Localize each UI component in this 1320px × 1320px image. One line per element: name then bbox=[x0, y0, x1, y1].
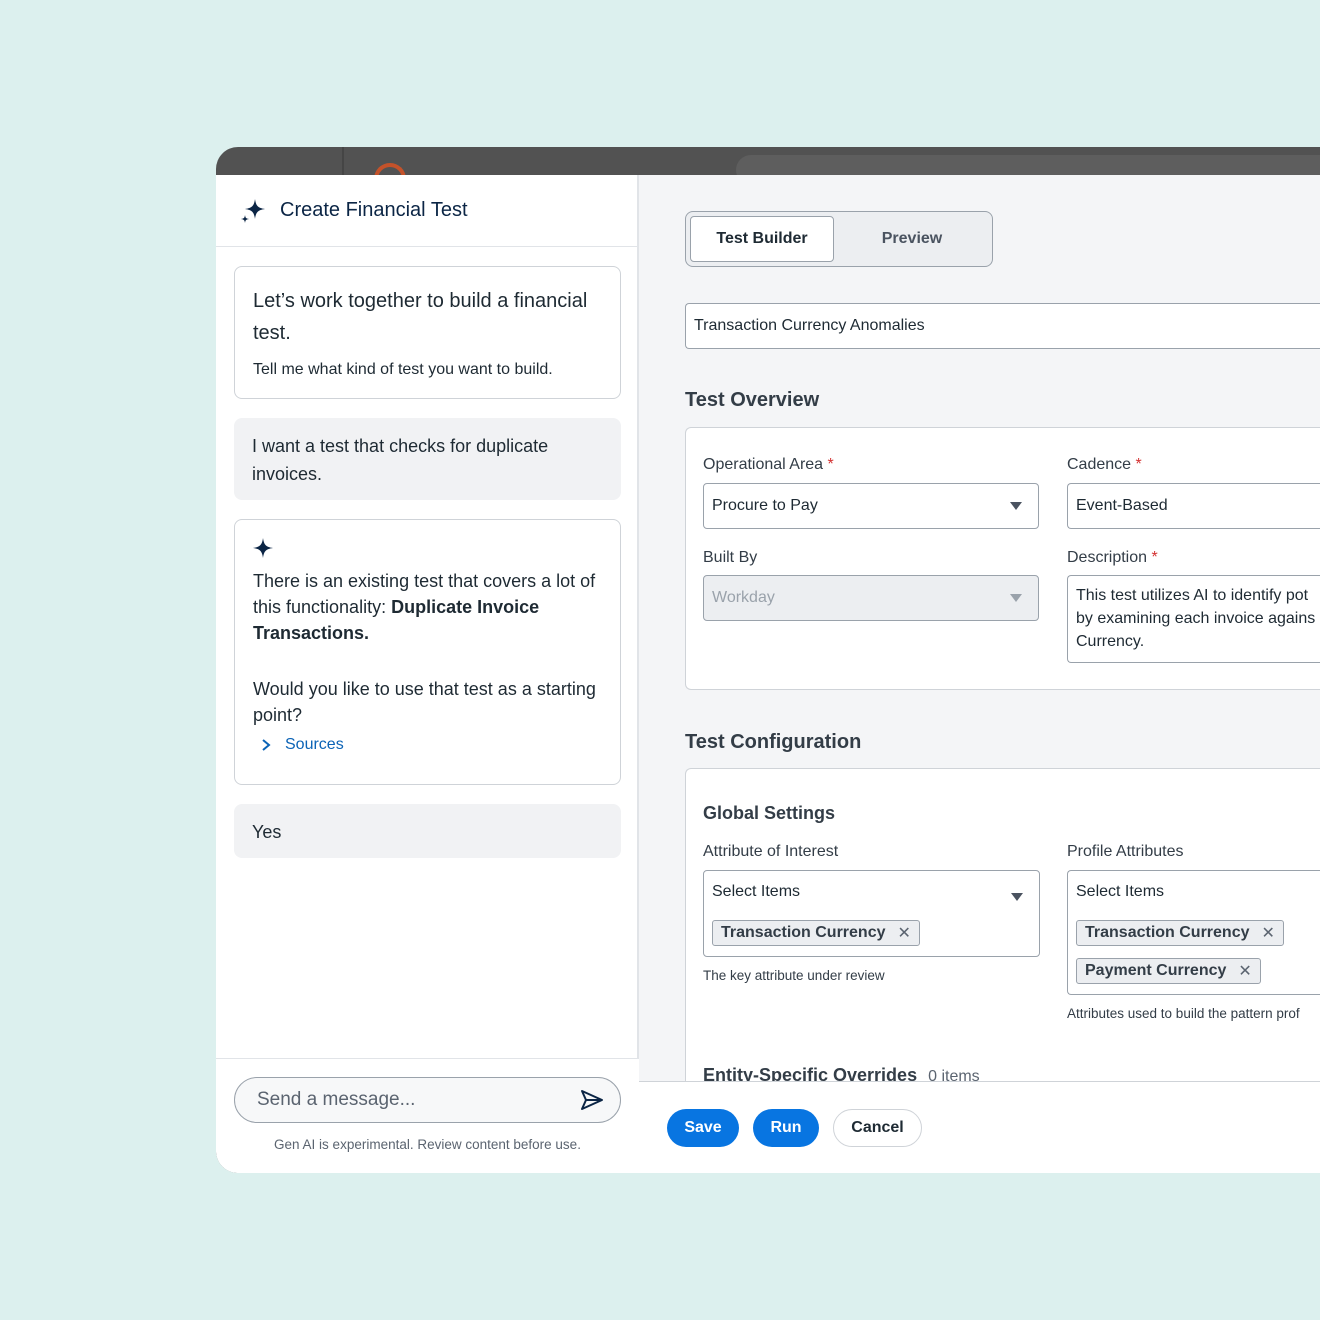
chip-label: Transaction Currency bbox=[1085, 924, 1250, 941]
attribute-of-interest-label: Attribute of Interest bbox=[703, 843, 839, 860]
caret-down-icon bbox=[1011, 893, 1023, 901]
ai-message-question: Would you like to use that test as a sta… bbox=[253, 679, 596, 725]
description-label: Description * bbox=[1067, 549, 1158, 567]
browser-window: Create Financial Test Let’s work togethe… bbox=[216, 147, 1320, 1173]
operational-area-label-text: Operational Area bbox=[703, 456, 824, 473]
profile-attributes-multiselect[interactable]: Select Items Transaction Currency ✕ Payme… bbox=[1067, 870, 1320, 995]
chip-label: Payment Currency bbox=[1085, 962, 1227, 979]
sparkle-icon bbox=[253, 538, 273, 558]
cadence-label-text: Cadence bbox=[1067, 456, 1132, 473]
description-label-text: Description bbox=[1067, 549, 1148, 566]
caret-down-icon bbox=[1010, 594, 1022, 602]
message-input[interactable]: Send a message... bbox=[234, 1077, 621, 1123]
chevron-right-icon bbox=[262, 739, 271, 751]
ai-message-heading: Let’s work together to build a financial… bbox=[253, 290, 588, 344]
global-settings-title: Global Settings bbox=[703, 803, 836, 823]
message-input-placeholder: Send a message... bbox=[257, 1089, 416, 1110]
cadence-select[interactable]: Event-Based bbox=[1067, 483, 1320, 529]
sources-toggle[interactable]: Sources bbox=[253, 736, 602, 754]
send-icon[interactable] bbox=[580, 1088, 604, 1112]
ai-message: Let’s work together to build a financial… bbox=[234, 266, 621, 399]
operational-area-value: Procure to Pay bbox=[712, 497, 818, 514]
user-message: Yes bbox=[234, 804, 621, 858]
view-tabs: Test Builder Preview bbox=[685, 211, 993, 267]
close-icon[interactable]: ✕ bbox=[898, 923, 911, 943]
attribute-of-interest-helper: The key attribute under review bbox=[703, 968, 885, 983]
caret-down-icon bbox=[1010, 502, 1022, 510]
user-message: I want a test that checks for duplicate … bbox=[234, 418, 621, 500]
tab-test-builder[interactable]: Test Builder bbox=[690, 216, 834, 262]
close-icon[interactable]: ✕ bbox=[1238, 961, 1251, 981]
close-icon[interactable]: ✕ bbox=[1262, 923, 1275, 943]
ai-message-text: Tell me what kind of test you want to bu… bbox=[253, 361, 553, 378]
selected-chip: Transaction Currency ✕ bbox=[1076, 920, 1284, 946]
built-by-value: Workday bbox=[712, 589, 775, 606]
test-name-input[interactable]: Transaction Currency Anomalies bbox=[685, 303, 1320, 349]
attribute-of-interest-multiselect[interactable]: Select Items Transaction Currency ✕ bbox=[703, 870, 1040, 957]
chat-title: Create Financial Test bbox=[280, 199, 468, 221]
sparkle-icon bbox=[241, 198, 265, 223]
ai-message: There is an existing test that covers a … bbox=[234, 519, 621, 785]
description-textarea[interactable]: This test utilizes AI to identify pot by… bbox=[1067, 575, 1320, 663]
selected-chip: Payment Currency ✕ bbox=[1076, 958, 1261, 984]
chat-header: Create Financial Test bbox=[216, 175, 637, 247]
operational-area-select[interactable]: Procure to Pay bbox=[703, 483, 1039, 529]
test-overview-card: Operational Area * Procure to Pay Cadenc… bbox=[685, 427, 1320, 690]
run-button[interactable]: Run bbox=[753, 1109, 819, 1147]
sources-label: Sources bbox=[285, 736, 344, 753]
cadence-label: Cadence * bbox=[1067, 456, 1142, 474]
test-configuration-card: Global Settings Attribute of Interest Se… bbox=[685, 768, 1320, 1108]
profile-attributes-placeholder: Select Items bbox=[1076, 883, 1165, 900]
test-configuration-title: Test Configuration bbox=[685, 731, 862, 753]
save-button[interactable]: Save bbox=[667, 1109, 739, 1147]
cadence-value: Event-Based bbox=[1076, 497, 1168, 514]
built-by-select: Workday bbox=[703, 575, 1039, 621]
cancel-button[interactable]: Cancel bbox=[833, 1109, 922, 1147]
app-area: Create Financial Test Let’s work togethe… bbox=[216, 175, 1320, 1173]
test-overview-title: Test Overview bbox=[685, 389, 820, 411]
chat-composer: Send a message... Gen AI is experimental… bbox=[216, 1058, 639, 1173]
description-value: This test utilizes AI to identify pot by… bbox=[1076, 587, 1316, 650]
chat-panel: Create Financial Test Let’s work togethe… bbox=[216, 175, 639, 1173]
required-mark: * bbox=[827, 456, 834, 473]
ai-message-text: There is an existing test that covers a … bbox=[253, 568, 602, 646]
browser-chrome-divider bbox=[342, 147, 344, 175]
built-by-label: Built By bbox=[703, 549, 758, 566]
ai-disclaimer: Gen AI is experimental. Review content b… bbox=[274, 1137, 581, 1152]
operational-area-label: Operational Area * bbox=[703, 456, 834, 474]
attribute-of-interest-placeholder: Select Items bbox=[712, 883, 801, 900]
required-mark: * bbox=[1135, 456, 1142, 473]
chip-label: Transaction Currency bbox=[721, 924, 886, 941]
required-mark: * bbox=[1151, 549, 1158, 566]
action-footer: Save Run Cancel bbox=[639, 1081, 1320, 1173]
profile-attributes-helper: Attributes used to build the pattern pro… bbox=[1067, 1006, 1300, 1021]
profile-attributes-label: Profile Attributes bbox=[1067, 843, 1184, 860]
selected-chip: Transaction Currency ✕ bbox=[712, 920, 920, 946]
tab-preview[interactable]: Preview bbox=[836, 216, 988, 262]
